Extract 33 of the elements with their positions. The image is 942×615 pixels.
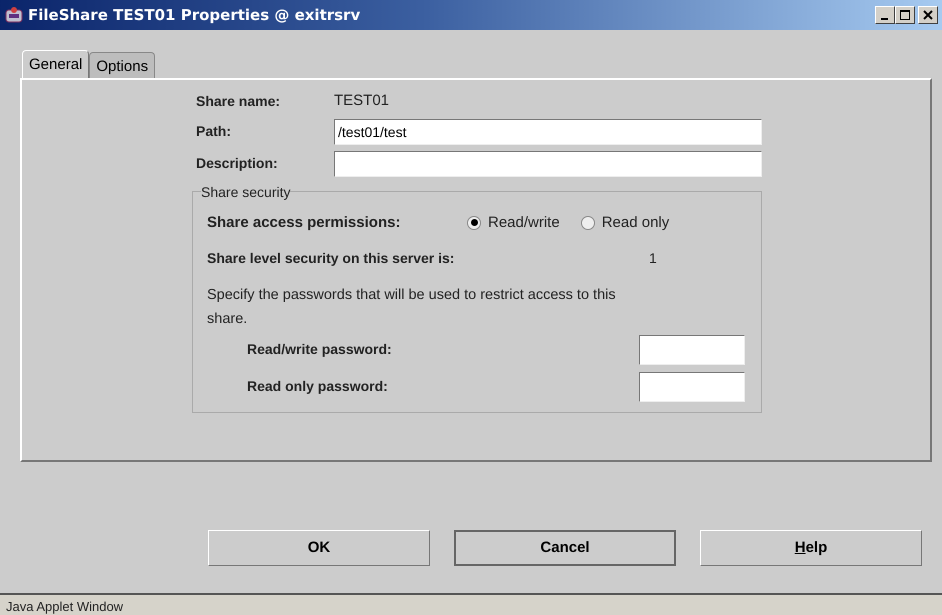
- field-label: Read only password:: [246, 377, 389, 396]
- close-button[interactable]: [918, 6, 938, 24]
- group-title: Share security: [201, 184, 290, 198]
- status-bar: Java Applet Window: [0, 593, 942, 615]
- app-icon: [4, 5, 24, 25]
- instruction-text: Specify the passwords that will be used to restrict access to this share.: [207, 286, 617, 329]
- radio-label[interactable]: Read only: [602, 212, 670, 234]
- dialog-button[interactable]: Help: [700, 530, 922, 566]
- field-label: Read/write password:: [246, 340, 393, 359]
- window-title: FileShare TEST01 Properties @ exitrsrv: [28, 4, 360, 26]
- field-label: Share name:: [196, 92, 282, 111]
- field-label: Path:: [196, 122, 232, 141]
- description-field[interactable]: [334, 150, 762, 176]
- dialog-button[interactable]: OK: [208, 530, 430, 566]
- password-field[interactable]: [639, 372, 745, 402]
- field-label: Share level security on this server is:: [207, 249, 456, 268]
- tab[interactable]: General: [22, 50, 90, 78]
- security-level-value: 1: [649, 249, 657, 268]
- radio-button[interactable]: [580, 216, 595, 230]
- field-label: Share access permissions:: [207, 212, 402, 232]
- radio-button[interactable]: [467, 216, 481, 230]
- radio-label[interactable]: Read/write: [488, 212, 560, 234]
- minimize-button[interactable]: [874, 6, 894, 24]
- tab[interactable]: Options: [89, 52, 156, 78]
- field-label: Description:: [196, 154, 279, 173]
- minimize-icon: [881, 18, 888, 20]
- password-field[interactable]: [639, 334, 745, 364]
- maximize-icon: [900, 10, 910, 20]
- share-name-value: TEST01: [334, 91, 390, 111]
- dialog-button[interactable]: Cancel: [454, 530, 676, 566]
- close-icon: [923, 10, 933, 20]
- maximize-button[interactable]: [894, 6, 914, 24]
- path-field[interactable]: /test01/test: [334, 118, 762, 144]
